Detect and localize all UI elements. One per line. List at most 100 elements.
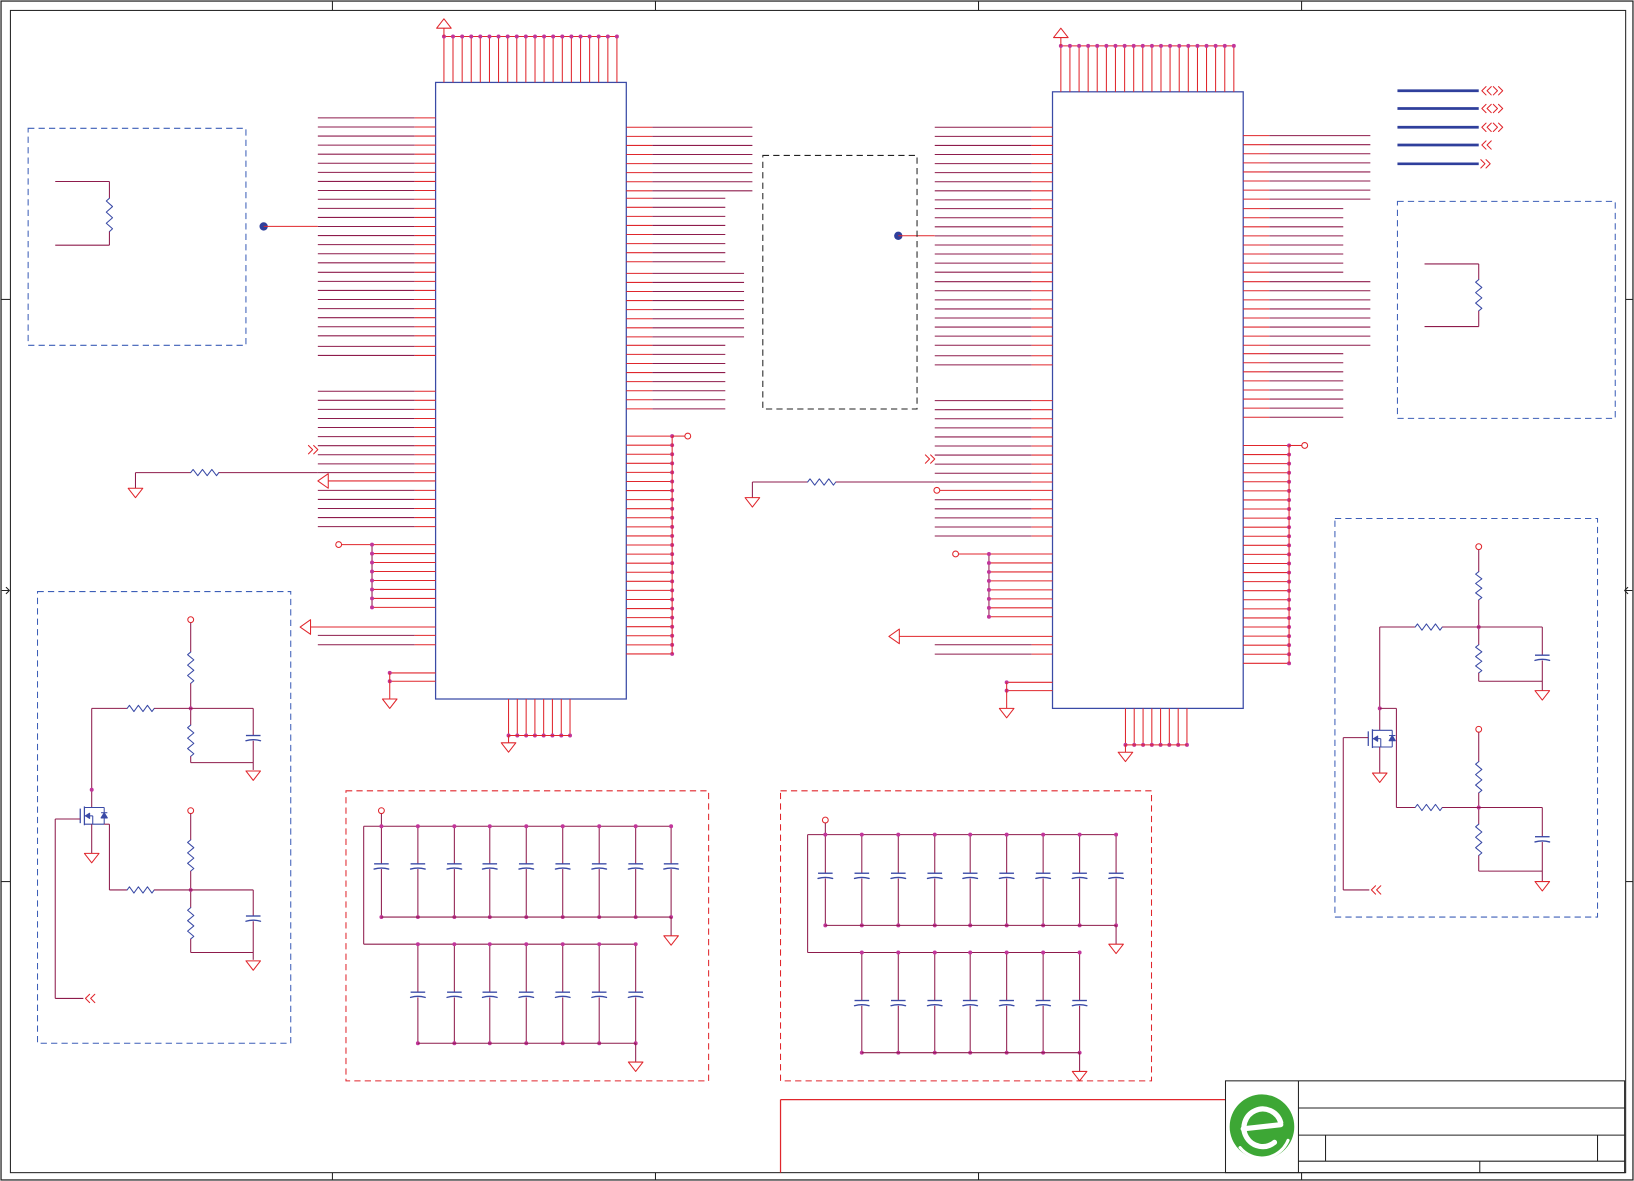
capacitor bbox=[1035, 999, 1052, 1007]
chevron bbox=[1492, 122, 1499, 132]
inner-border bbox=[9, 9, 1627, 1174]
terminal-circle bbox=[684, 432, 692, 440]
junction-dot bbox=[1067, 43, 1072, 48]
junction-dot bbox=[614, 34, 619, 39]
capacitor bbox=[1071, 872, 1088, 880]
port-arrow bbox=[888, 628, 900, 645]
junction-dot bbox=[1077, 832, 1082, 837]
junction-dot bbox=[1149, 43, 1154, 48]
title-block bbox=[779, 1080, 1626, 1174]
chevron bbox=[90, 993, 96, 1004]
resistor bbox=[1475, 279, 1483, 312]
junction-dot bbox=[1095, 43, 1100, 48]
port-arrow bbox=[299, 619, 312, 635]
right-strap-bus bbox=[1243, 442, 1309, 666]
capacitor-plate bbox=[518, 867, 535, 870]
mosfet bbox=[79, 806, 108, 826]
resistor bbox=[807, 478, 837, 486]
top-power-pins bbox=[436, 18, 619, 83]
ground-symbol bbox=[500, 742, 517, 753]
ic-body bbox=[434, 81, 627, 700]
capacitor bbox=[245, 734, 262, 742]
junction-dot bbox=[560, 34, 565, 39]
junction-dot bbox=[370, 569, 375, 574]
terminal-circle bbox=[1301, 442, 1309, 449]
capacitor bbox=[518, 863, 535, 870]
capacitor bbox=[409, 863, 426, 870]
dashed-box bbox=[1334, 517, 1599, 918]
capacitor bbox=[373, 863, 390, 870]
junction-dot bbox=[1086, 43, 1091, 48]
capacitor-plate bbox=[890, 1004, 907, 1007]
junction-dot bbox=[1004, 950, 1009, 955]
capacitor-plate bbox=[446, 867, 463, 870]
capacitor-plate bbox=[481, 867, 498, 870]
junction-dot bbox=[596, 34, 601, 39]
junction-dot bbox=[1186, 43, 1191, 48]
right-pins bbox=[626, 126, 753, 410]
strap-bus bbox=[335, 541, 436, 610]
chevron bbox=[1498, 122, 1504, 132]
junction-dot bbox=[370, 560, 375, 565]
bus-port-row bbox=[1397, 159, 1491, 169]
capacitor-plate bbox=[627, 867, 644, 870]
junction-dot bbox=[1104, 43, 1109, 48]
junction-dot bbox=[523, 34, 528, 39]
capacitor bbox=[926, 872, 943, 880]
resistor bbox=[187, 907, 195, 940]
capacitor-plate bbox=[817, 876, 834, 880]
left-chevrons bbox=[1481, 103, 1492, 114]
capacitor-plate bbox=[481, 995, 498, 999]
capacitor-plate bbox=[663, 867, 680, 870]
junction-dot bbox=[1195, 43, 1200, 48]
chevron bbox=[1481, 103, 1487, 114]
chevron bbox=[1486, 140, 1492, 150]
chevron bbox=[313, 444, 319, 455]
junction-dot bbox=[1004, 832, 1009, 837]
outer-border bbox=[0, 0, 1634, 1181]
chevron bbox=[1498, 86, 1504, 96]
junction-dot bbox=[587, 34, 592, 39]
bottom-ground-pins bbox=[500, 699, 573, 753]
terminal-circle bbox=[187, 807, 195, 815]
capacitor-plate bbox=[998, 876, 1015, 880]
left-chevrons bbox=[1370, 885, 1382, 895]
power-symbol bbox=[436, 18, 452, 29]
body-diode bbox=[100, 812, 108, 819]
resistor bbox=[126, 704, 155, 713]
junction-dot bbox=[487, 34, 492, 39]
resistor bbox=[1414, 623, 1443, 631]
junction-dot bbox=[370, 551, 375, 556]
zone-arrow-icon bbox=[1, 586, 10, 595]
capacitor-plate bbox=[962, 1004, 979, 1007]
capacitor bbox=[998, 999, 1015, 1007]
capacitor bbox=[446, 991, 463, 999]
capacitor-plate bbox=[554, 867, 571, 870]
junction-dot bbox=[551, 34, 556, 39]
junction-dot bbox=[514, 34, 519, 39]
ground-symbol bbox=[1371, 772, 1388, 783]
junction-dot bbox=[1140, 43, 1145, 48]
junction-dot bbox=[1231, 43, 1236, 48]
junction-dot bbox=[823, 832, 828, 837]
junction-dot bbox=[533, 34, 537, 39]
capacitor bbox=[853, 999, 870, 1007]
left-chevrons bbox=[1481, 86, 1492, 96]
right-chevrons bbox=[307, 444, 319, 455]
resistor bbox=[1475, 644, 1483, 674]
ground-symbol bbox=[1117, 751, 1134, 763]
termination-resistor-right bbox=[1424, 263, 1483, 328]
junction-dot bbox=[1041, 832, 1046, 837]
junction-dot bbox=[496, 34, 501, 39]
capacitor-plate bbox=[1035, 876, 1052, 880]
capacitor bbox=[518, 991, 535, 999]
junction-dot bbox=[1213, 43, 1218, 48]
junction-dot bbox=[379, 824, 384, 829]
ground-pins bbox=[381, 670, 436, 709]
terminal-circle bbox=[821, 816, 829, 824]
capacitor-plate bbox=[591, 995, 608, 999]
capacitor-plate bbox=[926, 1004, 943, 1007]
dashed-box bbox=[36, 591, 292, 1044]
chevron bbox=[1481, 122, 1487, 132]
capacitor bbox=[1108, 872, 1125, 880]
